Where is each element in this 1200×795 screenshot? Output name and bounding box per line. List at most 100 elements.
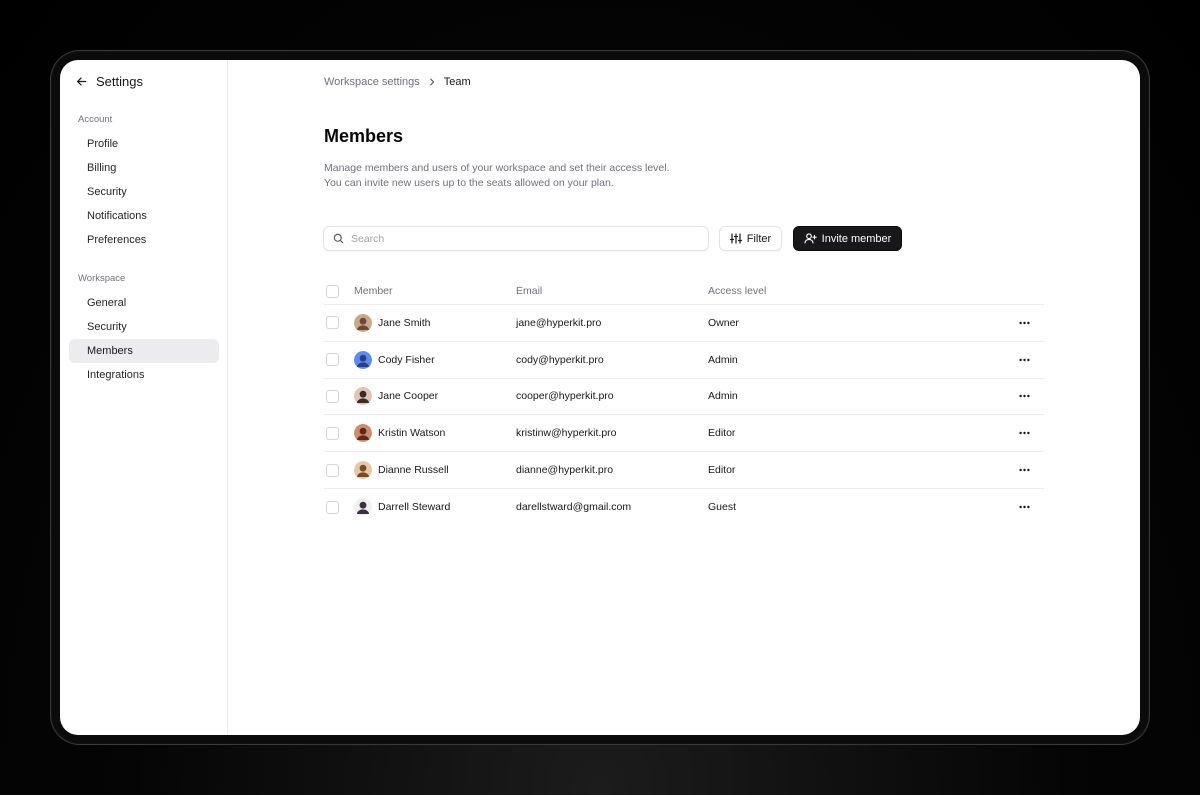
sidebar-item-security[interactable]: Security xyxy=(69,180,219,204)
table-row[interactable]: Dianne Russell dianne@hyperkit.pro Edito… xyxy=(324,452,1044,489)
table-row[interactable]: Jane Smith jane@hyperkit.pro Owner xyxy=(324,305,1044,342)
header-email: Email xyxy=(516,285,543,297)
header-member: Member xyxy=(354,285,393,297)
table-row[interactable]: Kristin Watson kristinw@hyperkit.pro Edi… xyxy=(324,415,1044,453)
table-header: Member Email Access level xyxy=(324,278,1044,305)
avatar xyxy=(354,461,372,480)
member-email: darellstward@gmail.com xyxy=(516,501,632,514)
member-name: Cody Fisher xyxy=(378,353,435,366)
member-access-level: Guest xyxy=(708,501,737,514)
toolbar: Filter Invite member xyxy=(323,226,902,251)
member-email: jane@hyperkit.pro xyxy=(516,316,602,329)
row-check-cell xyxy=(324,426,354,440)
row-check-cell xyxy=(324,463,354,477)
search-box xyxy=(323,226,709,251)
member-cell: Dianne Russell xyxy=(354,461,516,480)
page-title: Members xyxy=(324,126,404,146)
user-plus-icon xyxy=(804,233,817,244)
row-actions-cell xyxy=(998,321,1044,325)
more-horizontal-icon[interactable] xyxy=(1019,321,1030,325)
row-check-cell xyxy=(324,316,354,330)
chevron-right-icon xyxy=(428,78,436,86)
member-cell: Jane Smith xyxy=(354,313,516,332)
member-name: Kristin Watson xyxy=(378,427,446,440)
row-check-cell xyxy=(324,500,354,514)
member-cell: Cody Fisher xyxy=(354,350,516,369)
member-name: Jane Smith xyxy=(378,316,431,329)
description-line-1: Manage members and users of your workspa… xyxy=(324,162,670,174)
member-cell: Kristin Watson xyxy=(354,424,516,443)
row-actions-cell xyxy=(998,505,1044,509)
breadcrumb-workspace-settings[interactable]: Workspace settings xyxy=(324,76,420,88)
header-check-cell xyxy=(324,284,354,298)
sidebar-item-preferences[interactable]: Preferences xyxy=(69,228,219,252)
sidebar-item-billing[interactable]: Billing xyxy=(69,156,219,180)
row-check-cell xyxy=(324,389,354,403)
sidebar: Settings Account Profile Billing Security No… xyxy=(60,60,228,735)
row-actions-cell xyxy=(998,394,1044,398)
filter-button-label: Filter xyxy=(746,232,772,245)
row-actions-cell xyxy=(998,431,1044,435)
sidebar-item-members[interactable]: Members xyxy=(69,339,219,363)
table-row[interactable]: Cody Fisher cody@hyperkit.pro Admin xyxy=(324,342,1044,379)
row-checkbox[interactable] xyxy=(326,426,339,440)
more-horizontal-icon[interactable] xyxy=(1019,468,1030,472)
main-content: Workspace settings Team Members Manage m… xyxy=(228,60,1140,735)
row-checkbox[interactable] xyxy=(326,500,339,514)
members-table: Member Email Access level Jane Smith jan… xyxy=(324,278,1044,526)
select-all-checkbox[interactable] xyxy=(326,284,339,298)
invite-member-button-label: Invite member xyxy=(821,232,892,245)
member-cell: Jane Cooper xyxy=(354,387,516,406)
row-check-cell xyxy=(324,353,354,367)
sidebar-section-label: Workspace xyxy=(78,273,126,284)
sidebar-title: Settings xyxy=(96,73,143,89)
row-checkbox[interactable] xyxy=(326,353,339,367)
header-access-level: Access level xyxy=(708,285,767,297)
avatar xyxy=(354,350,372,369)
search-icon xyxy=(333,233,344,244)
member-email: kristinw@hyperkit.pro xyxy=(516,427,617,440)
row-checkbox[interactable] xyxy=(326,463,339,477)
table-row[interactable]: Darrell Steward darellstward@gmail.com G… xyxy=(324,489,1044,526)
member-cell: Darrell Steward xyxy=(354,498,516,517)
sidebar-sections: Account Profile Billing Security Notificatio… xyxy=(69,114,219,387)
member-access-level: Admin xyxy=(708,390,738,403)
member-email: cooper@hyperkit.pro xyxy=(516,390,614,403)
row-actions-cell xyxy=(998,468,1044,472)
member-email: dianne@hyperkit.pro xyxy=(516,464,614,477)
sliders-icon xyxy=(729,233,742,244)
sidebar-item-integrations[interactable]: Integrations xyxy=(69,363,219,387)
member-access-level: Owner xyxy=(708,316,739,329)
row-checkbox[interactable] xyxy=(326,389,339,403)
invite-member-button[interactable]: Invite member xyxy=(793,226,902,251)
row-actions-cell xyxy=(998,358,1044,362)
member-name: Jane Cooper xyxy=(378,390,439,403)
breadcrumb-team: Team xyxy=(443,76,471,88)
more-horizontal-icon[interactable] xyxy=(1019,358,1030,362)
search-input[interactable] xyxy=(351,232,691,245)
avatar xyxy=(354,387,372,406)
member-name: Darrell Steward xyxy=(378,501,451,514)
more-horizontal-icon[interactable] xyxy=(1019,431,1030,435)
app-window: Settings Account Profile Billing Security No… xyxy=(60,60,1140,735)
sidebar-item-security[interactable]: Security xyxy=(69,315,219,339)
member-access-level: Editor xyxy=(708,464,736,477)
sidebar-item-profile[interactable]: Profile xyxy=(69,132,219,156)
avatar xyxy=(354,313,372,332)
row-checkbox[interactable] xyxy=(326,316,339,330)
avatar xyxy=(354,498,372,517)
member-name: Dianne Russell xyxy=(378,464,449,477)
more-horizontal-icon[interactable] xyxy=(1019,505,1030,509)
sidebar-header: Settings xyxy=(75,73,219,89)
sidebar-item-general[interactable]: General xyxy=(69,291,219,315)
more-horizontal-icon[interactable] xyxy=(1019,394,1030,398)
page-description: Manage members and users of your workspa… xyxy=(324,161,744,191)
filter-button[interactable]: Filter xyxy=(719,226,782,251)
breadcrumb: Workspace settings Team xyxy=(324,75,471,89)
arrow-left-icon[interactable] xyxy=(75,75,87,87)
member-email: cody@hyperkit.pro xyxy=(516,353,604,366)
table-row[interactable]: Jane Cooper cooper@hyperkit.pro Admin xyxy=(324,379,1044,416)
table-body: Jane Smith jane@hyperkit.pro Owner Cody … xyxy=(324,305,1044,526)
sidebar-item-notifications[interactable]: Notifications xyxy=(69,204,219,228)
sidebar-section-label: Account xyxy=(78,114,113,125)
